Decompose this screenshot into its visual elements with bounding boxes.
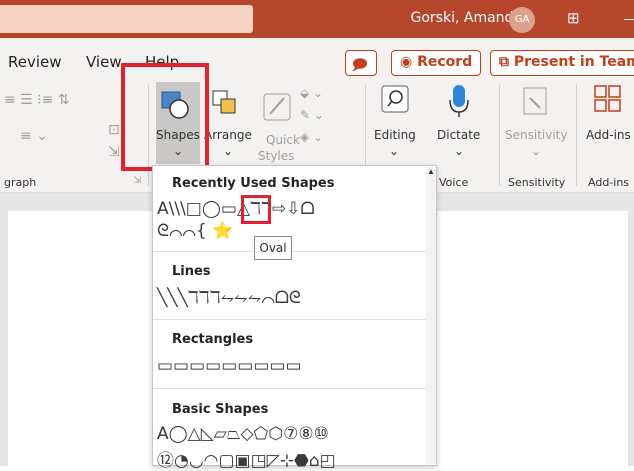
present-label: Present in Teams bbox=[513, 54, 634, 70]
shapes-gallery-dropdown: Recently Used Shapes A\\\□◯▭△ℸℸ⇨⇩ᗝ ᘓ⌒⌒{ … bbox=[152, 165, 438, 471]
tab-view[interactable]: View bbox=[86, 53, 122, 71]
record-label: Record bbox=[417, 54, 473, 70]
quick-styles-icon bbox=[262, 86, 302, 122]
section-divider bbox=[153, 319, 438, 320]
dropdown-scrollbar[interactable]: ▲ bbox=[426, 167, 436, 464]
rectangles-header: Rectangles bbox=[172, 332, 254, 347]
sensitivity-label[interactable]: Sensitivity bbox=[505, 128, 567, 142]
record-button[interactable]: ◉ Record bbox=[391, 50, 482, 76]
sensitivity-icon bbox=[520, 84, 550, 118]
section-divider bbox=[153, 251, 438, 252]
scroll-up-arrow-icon[interactable]: ▲ bbox=[426, 167, 436, 181]
oval-tooltip: Oval bbox=[254, 236, 292, 260]
search-icon bbox=[380, 84, 410, 114]
microphone-icon bbox=[447, 84, 471, 118]
recent-shapes-row-2[interactable]: ᘓ⌒⌒{ ⭐ bbox=[157, 221, 233, 241]
editing-label[interactable]: Editing bbox=[374, 128, 416, 142]
shape-effects-icon[interactable]: ◈ ⌄ bbox=[300, 130, 323, 144]
group-divider bbox=[576, 84, 577, 186]
basic-shapes-row-2[interactable]: ⑫◔◡◠▢▣◳◸⊹⬣⌂◰ bbox=[157, 446, 336, 471]
group-voice-label: Voice bbox=[439, 176, 469, 189]
add-ins-icon bbox=[593, 84, 623, 114]
title-bar: Gorski, Amanda GA ⊞ bbox=[0, 0, 634, 38]
align-text-icon[interactable]: ⊡ bbox=[108, 122, 120, 138]
basic-shapes-header: Basic Shapes bbox=[172, 402, 269, 417]
user-avatar[interactable]: GA bbox=[509, 7, 535, 33]
basic-shapes-row-1[interactable]: A◯△◺▱⏢◇⬠⬡⑦⑧⑩ bbox=[157, 424, 329, 444]
shape-fill-icon[interactable]: ⬙ ⌄ bbox=[300, 86, 323, 100]
oval-shape-highlight[interactable] bbox=[241, 195, 271, 224]
group-divider bbox=[499, 84, 500, 186]
dictate-label[interactable]: Dictate bbox=[437, 128, 480, 142]
quick-styles-label-2[interactable]: Styles bbox=[258, 149, 294, 163]
user-name[interactable]: Gorski, Amanda bbox=[411, 10, 523, 26]
paragraph-controls-icon[interactable]: ≡ ☰ ⁝≡ ⇅ bbox=[4, 92, 70, 108]
section-divider bbox=[153, 388, 438, 389]
shapes-highlight-box bbox=[121, 63, 209, 171]
columns-icon[interactable]: ≡ ⌄ bbox=[20, 128, 48, 144]
record-icon: ◉ bbox=[400, 54, 418, 70]
lines-header: Lines bbox=[172, 264, 211, 279]
comment-icon: 🗩 bbox=[352, 57, 368, 73]
smartart-icon[interactable]: ⇲ bbox=[108, 144, 120, 160]
group-add-ins-label: Add-ins bbox=[588, 176, 630, 189]
menu-bar: Review View Help 🗩 ◉ Record ⧉ Present in… bbox=[0, 38, 634, 78]
chevron-down-icon: ⌄ bbox=[223, 144, 234, 158]
present-in-teams-button[interactable]: ⧉ Present in Teams bbox=[490, 50, 634, 76]
group-sensitivity-label: Sensitivity bbox=[508, 176, 566, 189]
teams-icon: ⧉ bbox=[499, 54, 514, 70]
arrange-icon bbox=[210, 88, 240, 118]
lines-row[interactable]: ╲╲╲ℸℸℸ⥊⥊⥊⌒ᗝᘓ bbox=[157, 288, 301, 308]
arrange-label[interactable]: Arrange bbox=[204, 128, 252, 142]
group-paragraph-label: graph bbox=[4, 176, 37, 189]
add-ins-label[interactable]: Add-ins bbox=[586, 128, 631, 142]
chevron-down-icon: ⌄ bbox=[454, 144, 465, 158]
quick-styles-label-1[interactable]: Quick bbox=[266, 133, 300, 147]
rectangles-row[interactable]: ▭▭▭▭▭▭▭▭▭ bbox=[157, 356, 302, 376]
title-search-box[interactable] bbox=[0, 5, 253, 33]
ribbon-display-icon[interactable]: ⊞ bbox=[567, 9, 585, 27]
tab-review[interactable]: Review bbox=[8, 53, 62, 71]
comments-button[interactable]: 🗩 bbox=[345, 50, 377, 76]
shape-outline-icon[interactable]: ✎ ⌄ bbox=[300, 108, 324, 122]
chevron-down-icon: ⌄ bbox=[531, 144, 542, 158]
recent-shapes-header: Recently Used Shapes bbox=[172, 176, 335, 191]
chevron-down-icon: ⌄ bbox=[389, 144, 400, 158]
paragraph-launcher-icon[interactable]: ⇲ bbox=[133, 175, 141, 186]
recent-shapes-row-1[interactable]: A\\\□◯▭△ℸℸ⇨⇩ᗝ bbox=[157, 199, 315, 219]
minimize-icon[interactable] bbox=[624, 19, 634, 20]
